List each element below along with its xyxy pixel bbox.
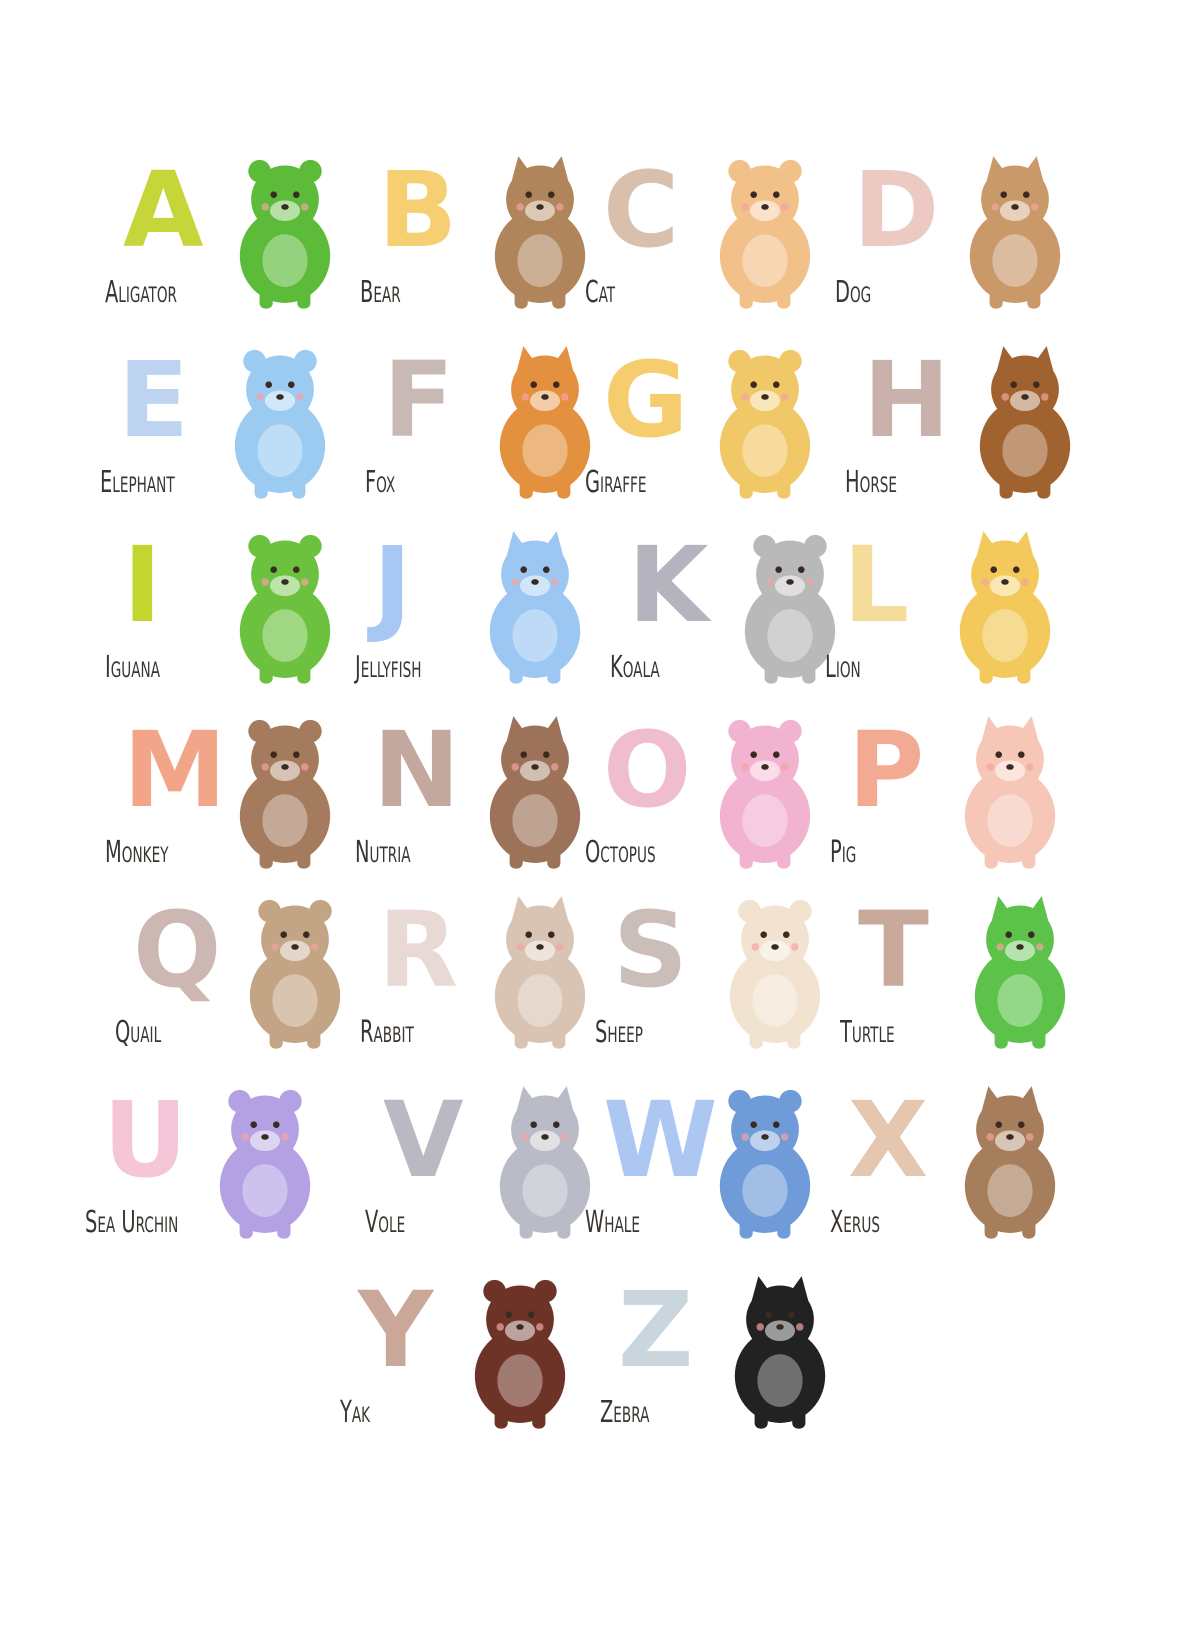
iguana-illustration: [239, 534, 331, 684]
letter-f: F: [383, 339, 455, 461]
alphabet-entry-t: T Turtle: [840, 880, 1100, 1070]
letter-n: N: [373, 709, 461, 831]
dog-illustration: [969, 156, 1061, 309]
cat-illustration: [719, 159, 811, 309]
alphabet-entry-y: Y Yak: [340, 1260, 600, 1450]
letter-l: L: [843, 524, 910, 646]
letter-t: T: [858, 889, 929, 1011]
octopus-illustration: [719, 719, 811, 869]
alphabet-entry-b: B Bear: [360, 140, 620, 330]
letter-e: E: [118, 339, 190, 461]
animal-name-label: Vole: [365, 1205, 406, 1240]
giraffe-illustration: [719, 349, 811, 499]
letter-m: M: [123, 709, 227, 831]
alphabet-entry-o: O Octopus: [585, 700, 845, 890]
animal-name-label: Cat: [585, 275, 616, 310]
animal-name-label: Lion: [825, 650, 861, 685]
animal-name-label: Jellyfish: [355, 650, 422, 685]
alphabet-entry-j: J Jellyfish: [355, 515, 615, 705]
alphabet-entry-p: P Pig: [830, 700, 1090, 890]
animal-name-label: Sea Urchin: [85, 1205, 179, 1240]
letter-z: Z: [618, 1269, 694, 1391]
letter-y: Y: [358, 1269, 434, 1391]
sea-urchin-illustration: [219, 1089, 311, 1239]
alphabet-entry-h: H Horse: [845, 330, 1105, 520]
letter-k: K: [628, 524, 709, 646]
letter-a: A: [123, 149, 204, 271]
elephant-illustration: [234, 349, 326, 499]
zebra-illustration: [734, 1276, 826, 1429]
animal-name-label: Yak: [340, 1395, 371, 1430]
animal-name-label: Whale: [585, 1205, 640, 1240]
animal-name-label: Elephant: [100, 465, 175, 500]
letter-g: G: [603, 339, 689, 461]
alphabet-entry-u: U Sea Urchin: [85, 1070, 345, 1260]
animal-name-label: Horse: [845, 465, 898, 500]
alphabet-entry-c: C Cat: [585, 140, 845, 330]
animal-name-label: Octopus: [585, 835, 656, 870]
letter-o: O: [603, 709, 692, 831]
monkey-illustration: [239, 719, 331, 869]
alphabet-entry-a: A Aligator: [105, 140, 365, 330]
letter-x: X: [848, 1079, 929, 1201]
letter-b: B: [378, 149, 458, 271]
animal-name-label: Nutria: [355, 835, 411, 870]
letter-u: U: [103, 1079, 188, 1201]
alphabet-entry-m: M Monkey: [105, 700, 365, 890]
jellyfish-illustration: [489, 531, 581, 684]
letter-p: P: [848, 709, 925, 831]
letter-r: R: [378, 889, 459, 1011]
alligator-illustration: [239, 159, 331, 309]
animal-name-label: Koala: [610, 650, 660, 685]
yak-illustration: [474, 1279, 566, 1429]
animal-name-label: Pig: [830, 835, 857, 870]
alphabet-poster: A Aligator B Bear C Cat D Dog E Elephant F Fox G Gira…: [0, 0, 1200, 1651]
letter-i: I: [123, 524, 162, 646]
letter-c: C: [603, 149, 680, 271]
alphabet-entry-g: G Giraffe: [585, 330, 845, 520]
animal-name-label: Quail: [115, 1015, 162, 1050]
animal-name-label: Zebra: [600, 1395, 650, 1430]
letter-s: S: [613, 889, 688, 1011]
animal-name-label: Giraffe: [585, 465, 647, 500]
animal-name-label: Xerus: [830, 1205, 880, 1240]
quail-illustration: [249, 899, 341, 1049]
pig-illustration: [964, 716, 1056, 869]
animal-name-label: Fox: [365, 465, 396, 500]
animal-name-label: Bear: [360, 275, 401, 310]
letter-v: V: [383, 1079, 464, 1201]
alphabet-entry-w: W Whale: [585, 1070, 845, 1260]
alphabet-entry-e: E Elephant: [100, 330, 360, 520]
letter-d: D: [853, 149, 940, 271]
alphabet-entry-s: S Sheep: [595, 880, 855, 1070]
alphabet-entry-i: I Iguana: [105, 515, 365, 705]
alphabet-entry-x: X Xerus: [830, 1070, 1090, 1260]
horse-illustration: [979, 346, 1071, 499]
letter-q: Q: [133, 889, 222, 1011]
alphabet-entry-z: Z Zebra: [600, 1260, 860, 1450]
alphabet-entry-l: L Lion: [825, 515, 1085, 705]
animal-name-label: Monkey: [105, 835, 169, 870]
animal-name-label: Sheep: [595, 1015, 643, 1050]
letter-w: W: [603, 1079, 718, 1201]
alphabet-entry-r: R Rabbit: [360, 880, 620, 1070]
animal-name-label: Iguana: [105, 650, 161, 685]
animal-name-label: Aligator: [105, 275, 178, 310]
letter-h: H: [863, 339, 951, 461]
alphabet-entry-q: Q Quail: [115, 880, 375, 1070]
alphabet-entry-d: D Dog: [835, 140, 1095, 330]
alphabet-entry-n: N Nutria: [355, 700, 615, 890]
letter-j: J: [373, 524, 412, 646]
xerus-illustration: [964, 1086, 1056, 1239]
animal-name-label: Dog: [835, 275, 872, 310]
animal-name-label: Rabbit: [360, 1015, 414, 1050]
lion-illustration: [959, 531, 1051, 684]
animal-name-label: Turtle: [840, 1015, 895, 1050]
sheep-illustration: [729, 899, 821, 1049]
turtle-illustration: [974, 896, 1066, 1049]
